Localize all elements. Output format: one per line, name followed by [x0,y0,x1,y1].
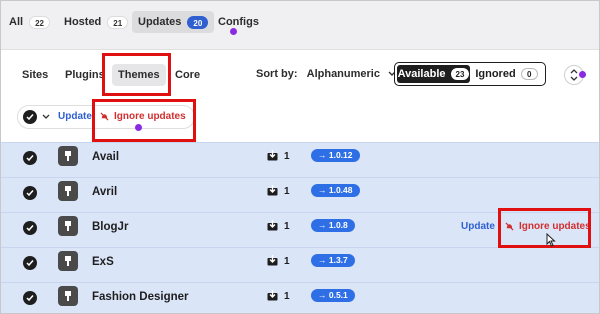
theme-name: BlogJr [92,221,129,233]
sort-arrows-icon [570,69,578,81]
download-count: 1 [284,151,290,162]
bell-off-icon [505,222,514,231]
subtab-plugins-label: Plugins [65,69,105,81]
download-count: 1 [284,186,290,197]
subtab-plugins[interactable]: Plugins [59,64,111,86]
download-count: 1 [284,291,290,302]
theme-name: Fashion Designer [92,291,189,303]
toggle-available-count: 23 [450,68,470,80]
tab-hosted-label: Hosted [64,16,102,28]
tab-hosted-count: 21 [107,15,129,29]
check-icon [26,190,34,197]
tab-updates-count: 20 [187,15,209,29]
tab-configs-label: Configs [218,16,259,28]
check-icon [26,295,34,302]
tab-hosted[interactable]: Hosted 21 [58,11,134,33]
toggle-available-label: Available [397,68,446,80]
table-row[interactable]: Avail 1 → 1.0.12 [1,142,599,171]
download-icon [267,290,278,301]
toggle-ignored-label: Ignored [475,68,516,80]
download-count: 1 [284,221,290,232]
version-badge: → 1.0.12 [311,149,360,162]
check-icon [26,155,34,162]
table-row[interactable]: Fashion Designer 1 → 0.5.1 [1,282,599,311]
subtab-core[interactable]: Core [169,64,206,86]
bulk-action-bar: Update Ignore updates [17,105,195,129]
theme-brush-icon [58,146,78,166]
availability-toggle: Available 23 Ignored 0 [394,62,546,86]
theme-brush-icon [58,251,78,271]
row-ignore-updates-label: Ignore updates [519,221,591,232]
subtab-sites-label: Sites [22,69,49,81]
theme-list: Avail 1 → 1.0.12 Avril 1 → 1.0.48 BlogJr… [1,142,599,313]
theme-brush-icon [58,181,78,201]
tab-all-label: All [9,16,24,28]
tab-updates[interactable]: Updates 20 [132,11,215,33]
download-count: 1 [284,256,290,267]
bulk-update-button[interactable]: Update [58,111,92,122]
download-icon [267,150,278,161]
tab-updates-label: Updates [138,16,182,28]
bulk-ignore-updates-label: Ignore updates [114,111,186,122]
row-checkbox[interactable] [23,221,37,235]
theme-brush-icon [58,216,78,236]
row-ignore-updates-button[interactable]: Ignore updates [505,221,591,232]
table-row[interactable]: ExS 1 → 1.3.7 [1,247,599,276]
toggle-ignored-count: 0 [520,68,538,80]
subtab-themes[interactable]: Themes [112,64,166,86]
bulk-ignore-updates-button[interactable]: Ignore updates [100,111,186,122]
click-marker-dot [579,71,586,78]
tab-all[interactable]: All 22 [3,11,56,33]
table-row[interactable]: BlogJr 1 → 1.0.8 Update Ignore updates [1,212,599,241]
version-badge: → 1.0.8 [311,219,355,232]
theme-name: Avril [92,186,118,198]
row-checkbox[interactable] [23,291,37,305]
theme-brush-icon [58,286,78,306]
tab-all-count: 22 [29,15,50,29]
version-badge: → 1.0.48 [311,184,360,197]
row-checkbox[interactable] [23,151,37,165]
download-icon [267,255,278,266]
row-update-button[interactable]: Update [461,221,495,232]
click-marker-dot [135,124,142,131]
version-badge: → 0.5.1 [311,289,355,302]
toggle-available[interactable]: Available 23 [397,65,470,83]
table-row[interactable]: Avril 1 → 1.0.48 [1,177,599,206]
version-badge: → 1.3.7 [311,254,355,267]
click-marker-dot [230,28,237,35]
subtab-sites[interactable]: Sites [16,64,54,86]
sort-label: Sort by: [256,68,298,80]
cursor-icon [546,233,556,247]
check-icon [26,225,34,232]
theme-name: ExS [92,256,114,268]
bell-off-icon [100,112,109,121]
toggle-ignored[interactable]: Ignored 0 [470,65,543,83]
select-all-checkbox[interactable] [23,110,37,124]
check-icon [26,260,34,267]
sort-dropdown[interactable]: Sort by: Alphanumeric [256,68,396,80]
chevron-down-icon[interactable] [42,110,50,124]
row-checkbox[interactable] [23,256,37,270]
subtab-core-label: Core [175,69,201,81]
row-checkbox[interactable] [23,186,37,200]
tab-configs[interactable]: Configs [212,11,265,33]
top-tab-bar: All 22 Hosted 21 Updates 20 Configs [1,1,599,50]
subtab-themes-label: Themes [118,69,160,81]
download-icon [267,220,278,231]
sort-value: Alphanumeric [306,68,380,80]
check-icon [26,114,34,121]
download-icon [267,185,278,196]
theme-name: Avail [92,151,120,163]
updates-screen: All 22 Hosted 21 Updates 20 Configs Site… [0,0,600,314]
